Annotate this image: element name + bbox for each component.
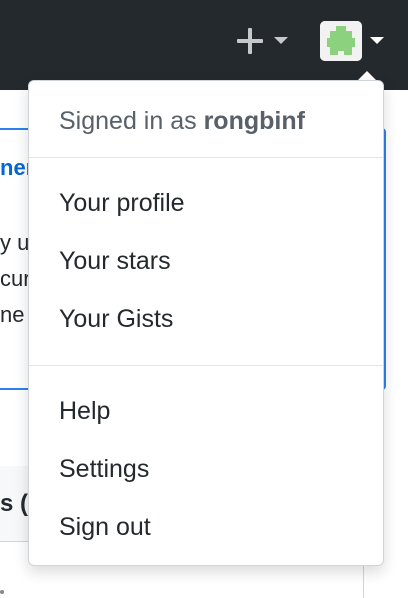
menu-item-your-stars[interactable]: Your stars: [29, 237, 383, 289]
menu-item-label: Your Gists: [59, 305, 174, 333]
signed-in-prefix: Signed in as: [59, 107, 197, 135]
background-section-title: s (: [0, 490, 29, 517]
menu-item-your-gists[interactable]: Your Gists: [29, 295, 383, 347]
menu-divider: [29, 157, 383, 158]
user-menu-button[interactable]: [320, 21, 390, 61]
background-decoration: [0, 590, 4, 594]
menu-item-settings[interactable]: Settings: [29, 445, 383, 497]
dropdown-caret: [358, 71, 376, 80]
menu-item-label: Sign out: [59, 513, 151, 541]
menu-item-sign-out[interactable]: Sign out: [29, 503, 383, 555]
identicon-avatar-icon: [320, 21, 362, 61]
menu-divider: [29, 365, 383, 366]
user-dropdown-menu: Signed in as rongbinf Your profile Your …: [28, 80, 384, 566]
menu-item-your-profile[interactable]: Your profile: [29, 179, 383, 231]
chevron-down-icon: [274, 37, 288, 44]
page: nen y us cur ne l s ( Signed in as rongb…: [0, 0, 408, 598]
avatar: [320, 21, 362, 61]
menu-item-label: Help: [59, 397, 111, 425]
signed-in-header: Signed in as rongbinf: [59, 107, 305, 136]
menu-item-help[interactable]: Help: [29, 387, 383, 439]
plus-icon: [237, 28, 263, 54]
chevron-down-icon: [370, 37, 384, 44]
create-new-button[interactable]: [234, 26, 292, 56]
signed-in-username: rongbinf: [203, 107, 305, 135]
menu-item-label: Your profile: [59, 189, 185, 217]
top-header-bar: [0, 0, 408, 90]
menu-item-label: Settings: [59, 455, 150, 483]
background-text-line: cur: [0, 266, 31, 291]
menu-item-label: Your stars: [59, 247, 171, 275]
